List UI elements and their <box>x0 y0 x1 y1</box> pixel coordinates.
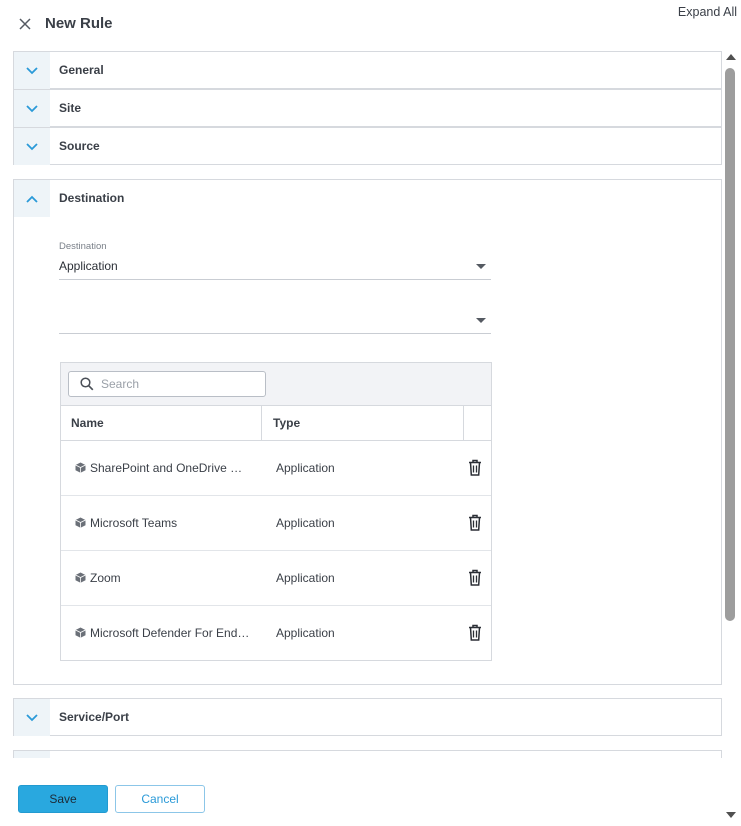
table-header: Name Type <box>61 405 491 441</box>
application-cube-icon <box>75 627 86 638</box>
table-toolbar <box>61 363 491 405</box>
section-general-header[interactable]: General <box>14 52 721 89</box>
caret-down-icon <box>476 318 486 323</box>
column-header-name[interactable]: Name <box>61 406 262 440</box>
vertical-scrollbar[interactable] <box>724 52 738 820</box>
chevron-down-icon <box>14 128 50 165</box>
section-general-label: General <box>59 63 104 77</box>
application-cube-icon <box>75 517 86 528</box>
table-row: Microsoft Teams Application <box>61 496 491 551</box>
row-name: SharePoint and OneDrive Bu… <box>90 461 250 475</box>
section-source-label: Source <box>59 139 100 153</box>
column-header-type[interactable]: Type <box>262 406 464 440</box>
close-icon[interactable] <box>16 15 34 33</box>
application-cube-icon <box>75 572 86 583</box>
destination-type-select[interactable]: Application <box>59 254 491 280</box>
destination-table: Name Type SharePoint and OneDrive Bu… Ap… <box>60 362 492 661</box>
trash-icon[interactable] <box>468 624 482 641</box>
chevron-down-icon <box>14 699 50 736</box>
section-destination-header[interactable]: Destination <box>14 180 721 217</box>
section-site-label: Site <box>59 101 82 115</box>
table-row: Zoom Application <box>61 551 491 606</box>
scroll-up-arrow-icon[interactable] <box>726 54 736 60</box>
chevron-down-icon <box>14 52 50 89</box>
caret-down-icon <box>476 264 486 269</box>
section-service-port-label: Service/Port <box>59 710 130 724</box>
trash-icon[interactable] <box>468 514 482 531</box>
section-service-port: Service/Port <box>13 698 722 736</box>
trash-icon[interactable] <box>468 459 482 476</box>
section-destination: Destination Destination Application Name… <box>13 179 722 685</box>
section-site-header[interactable]: Site <box>14 90 721 127</box>
search-input[interactable] <box>101 375 261 393</box>
row-name: Microsoft Teams <box>90 516 178 530</box>
trash-icon[interactable] <box>468 569 482 586</box>
section-source: Source <box>13 127 722 165</box>
column-header-actions <box>464 406 492 440</box>
section-source-header[interactable]: Source <box>14 128 721 165</box>
section-next-partial <box>13 750 722 758</box>
application-cube-icon <box>75 462 86 473</box>
search-box[interactable] <box>68 371 266 397</box>
chevron-down-icon <box>14 90 50 127</box>
section-general: General <box>13 51 722 89</box>
row-type: Application <box>276 626 335 640</box>
destination-type-value: Application <box>59 259 118 273</box>
section-service-port-header[interactable]: Service/Port <box>14 699 721 736</box>
destination-item-select[interactable] <box>59 308 491 334</box>
save-button[interactable]: Save <box>18 785 108 813</box>
section-next-partial-header[interactable] <box>14 751 721 758</box>
chevron-down-icon <box>14 751 50 758</box>
destination-field-label: Destination <box>59 241 107 252</box>
table-row: SharePoint and OneDrive Bu… Application <box>61 441 491 496</box>
section-destination-label: Destination <box>59 191 125 205</box>
scrollbar-thumb[interactable] <box>725 68 735 621</box>
section-site: Site <box>13 89 722 127</box>
rule-form: General Site Source Destination Destinat… <box>0 48 741 758</box>
dialog-header: New Rule Expand All <box>0 0 741 48</box>
page-title: New Rule <box>45 15 113 32</box>
chevron-up-icon <box>14 180 50 217</box>
cancel-button[interactable]: Cancel <box>115 785 205 813</box>
table-row: Microsoft Defender For End… Application <box>61 606 491 661</box>
row-type: Application <box>276 461 335 475</box>
dialog-footer: Save Cancel <box>0 772 741 826</box>
search-icon <box>80 377 94 391</box>
row-type: Application <box>276 571 335 585</box>
row-name: Zoom <box>90 571 121 585</box>
row-type: Application <box>276 516 335 530</box>
row-name: Microsoft Defender For End… <box>90 626 250 640</box>
expand-all-link[interactable]: Expand All <box>678 5 737 19</box>
